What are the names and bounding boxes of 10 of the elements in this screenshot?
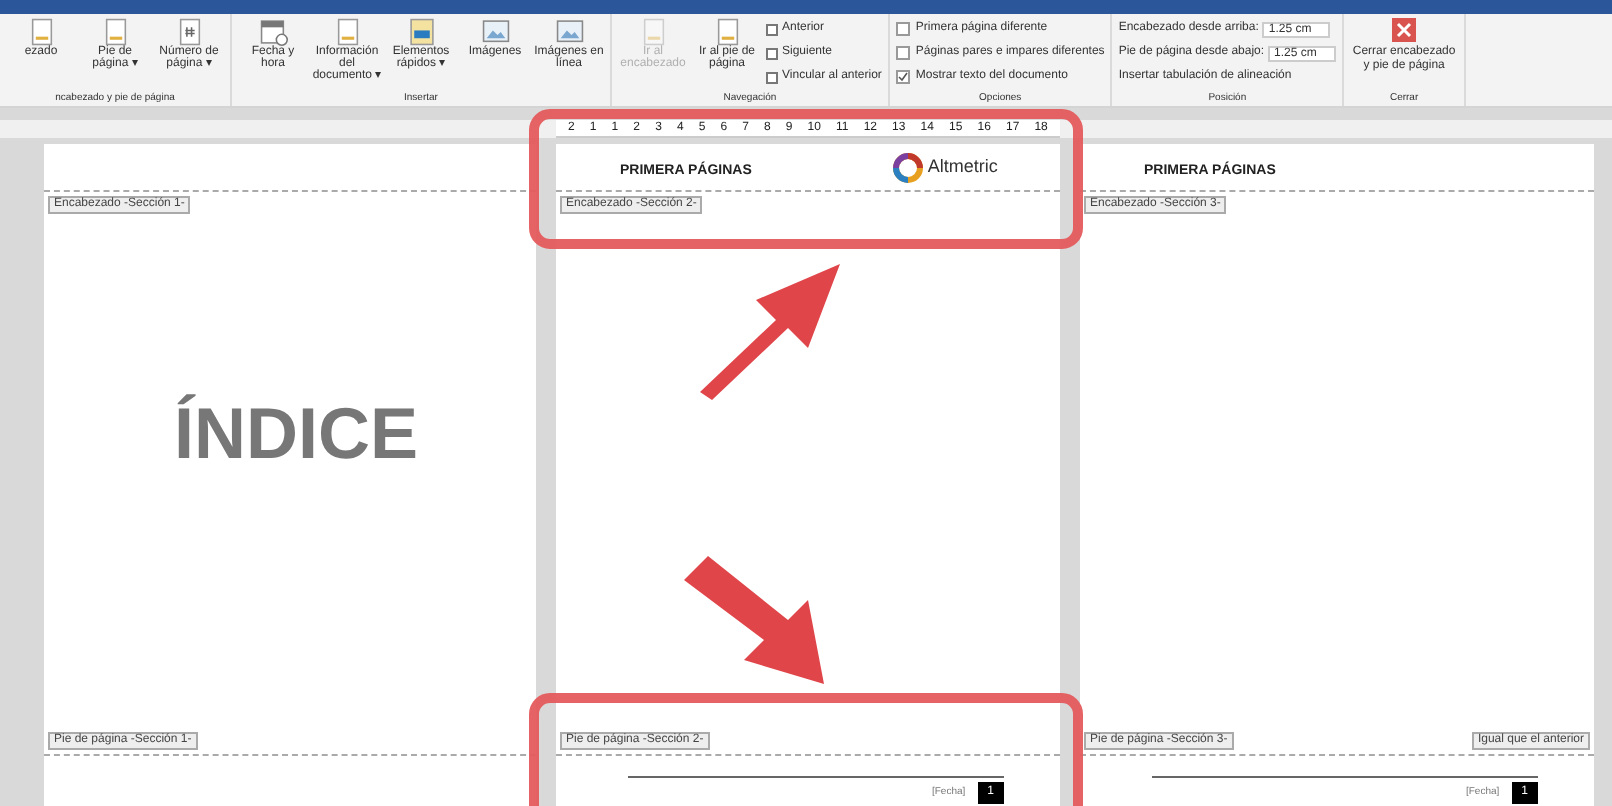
arrow-icon <box>684 556 824 684</box>
page-icon <box>407 18 435 46</box>
body-heading: ÍNDICE <box>174 389 419 477</box>
checkbox[interactable] <box>895 46 910 60</box>
checkbox[interactable] <box>895 70 910 84</box>
ring-logo-icon <box>891 152 924 184</box>
checkbox[interactable] <box>895 22 910 36</box>
logo-text: Altmetric <box>927 154 998 181</box>
page-icon <box>639 18 667 46</box>
arrow-icon <box>700 264 840 400</box>
